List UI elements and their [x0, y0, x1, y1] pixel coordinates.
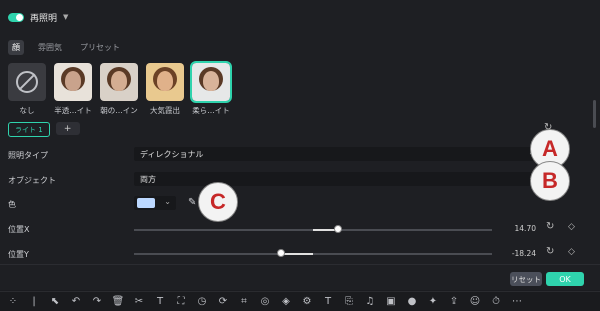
relight-panel: 再照明 ▼ 顔 雰囲気 プリセット なし 半透…イト 朝の…イン 大気霞出 柔ら…: [0, 0, 600, 290]
text-effect-icon[interactable]: T: [321, 295, 335, 309]
lighting-type-select[interactable]: ディレクショナル ⌄: [134, 147, 539, 161]
speed-icon[interactable]: ◷: [195, 295, 209, 309]
preset-morning[interactable]: 朝の…イン: [100, 63, 138, 116]
light-tabs: ライト 1 +: [8, 122, 80, 137]
reset-icon[interactable]: ↻: [546, 221, 554, 232]
color-label: 色: [8, 200, 16, 209]
lighting-type-label: 照明タイプ: [8, 151, 48, 160]
scrollbar[interactable]: [593, 100, 596, 128]
lighting-type-value: ディレクショナル: [140, 149, 204, 159]
reset-button[interactable]: リセット: [510, 272, 542, 286]
redo-icon[interactable]: ↷: [90, 295, 104, 309]
annotation-marker-b: B: [530, 161, 570, 201]
position-y-slider[interactable]: [134, 249, 492, 257]
panel-title: 再照明: [30, 13, 58, 24]
keyframe-icon[interactable]: ◇: [568, 222, 575, 232]
no-effect-icon: [16, 71, 38, 93]
grid-icon[interactable]: ⁘: [6, 295, 20, 309]
mask-icon[interactable]: ◎: [258, 295, 272, 309]
preset-none[interactable]: なし: [8, 63, 46, 116]
preset-thumbnail: [54, 63, 92, 101]
preset-label: 朝の…イン: [100, 106, 138, 115]
preset-translucent[interactable]: 半透…イト: [54, 63, 92, 116]
color-chip: [137, 198, 155, 208]
keyframe-icon[interactable]: ◇: [568, 247, 575, 257]
bottom-toolbar: ⁘ | ⬉ ↶ ↷ 🗑 ✂ T ⛶ ◷ ⟳ ⌗ ◎ ◈ ⚙ T ⎘ ♫ ▣ ● …: [0, 291, 600, 311]
adjust-icon[interactable]: ⚙: [300, 295, 314, 309]
more-icon[interactable]: ⋯: [510, 295, 524, 309]
divider: |: [32, 296, 36, 307]
split-icon[interactable]: ⎘: [342, 295, 356, 309]
effects-icon[interactable]: ✦: [426, 295, 440, 309]
preset-label: 大気霞出: [150, 106, 180, 115]
delete-icon[interactable]: 🗑: [111, 295, 125, 309]
add-light-button[interactable]: +: [55, 122, 80, 135]
text-icon[interactable]: T: [153, 295, 167, 309]
position-x-label: 位置X: [8, 225, 30, 234]
snapshot-icon[interactable]: ▣: [384, 295, 398, 309]
preset-thumbnail: [146, 63, 184, 101]
slider-fill: [280, 253, 313, 255]
position-x-slider[interactable]: [134, 225, 492, 233]
eyedropper-icon[interactable]: ✎: [188, 197, 196, 208]
undo-icon[interactable]: ↶: [69, 295, 83, 309]
preset-soft[interactable]: 柔ら…イト: [190, 61, 232, 116]
object-value: 両方: [140, 174, 156, 184]
object-select[interactable]: 両方 ⌄: [134, 172, 539, 186]
position-x-value[interactable]: 14.70: [496, 224, 536, 233]
slider-handle[interactable]: [276, 249, 285, 257]
tab-presets[interactable]: プリセット: [76, 40, 124, 55]
relight-toggle[interactable]: [8, 12, 24, 22]
ok-button[interactable]: OK: [546, 272, 584, 286]
chevron-down-icon: ⌄: [164, 197, 171, 206]
object-label: オブジェクト: [8, 176, 56, 185]
keyframe-tool-icon[interactable]: ◈: [279, 295, 293, 309]
tab-bar: 顔 雰囲気 プリセット: [8, 40, 124, 55]
preset-atmospheric[interactable]: 大気霞出: [146, 63, 184, 116]
preset-thumbnail-selected: [190, 61, 232, 103]
timer-icon[interactable]: ⏱: [489, 295, 503, 309]
ai-tool-icon[interactable]: ⛶: [174, 295, 188, 309]
panel-header: 再照明 ▼: [8, 10, 68, 24]
preset-label: 半透…イト: [54, 106, 92, 115]
preset-label: なし: [19, 106, 35, 115]
audio-icon[interactable]: ♫: [363, 295, 377, 309]
divider: [0, 264, 600, 265]
tab-atmosphere[interactable]: 雰囲気: [34, 40, 66, 55]
crop-icon[interactable]: ⌗: [237, 295, 251, 309]
scissors-icon[interactable]: ✂: [132, 295, 146, 309]
annotation-marker-c: C: [198, 182, 238, 222]
export-icon[interactable]: ⇪: [447, 295, 461, 309]
position-y-label: 位置Y: [8, 250, 29, 259]
record-icon[interactable]: ●: [405, 295, 419, 309]
face-icon[interactable]: ☺: [468, 295, 482, 309]
slider-handle[interactable]: [334, 225, 343, 233]
preset-thumbnail: [100, 63, 138, 101]
select-icon[interactable]: ⬉: [48, 295, 62, 309]
color-picker[interactable]: ⌄: [134, 196, 176, 210]
position-y-value[interactable]: -18.24: [496, 249, 536, 258]
tab-face[interactable]: 顔: [8, 40, 24, 55]
preset-list: なし 半透…イト 朝の…イン 大気霞出 柔ら…イト: [8, 61, 232, 116]
none-thumbnail: [8, 63, 46, 101]
rotate-icon[interactable]: ⟳: [216, 295, 230, 309]
preset-label: 柔ら…イト: [192, 106, 230, 115]
chevron-down-icon[interactable]: ▼: [63, 13, 68, 21]
light-1-button[interactable]: ライト 1: [8, 122, 50, 137]
reset-icon[interactable]: ↻: [546, 246, 554, 257]
